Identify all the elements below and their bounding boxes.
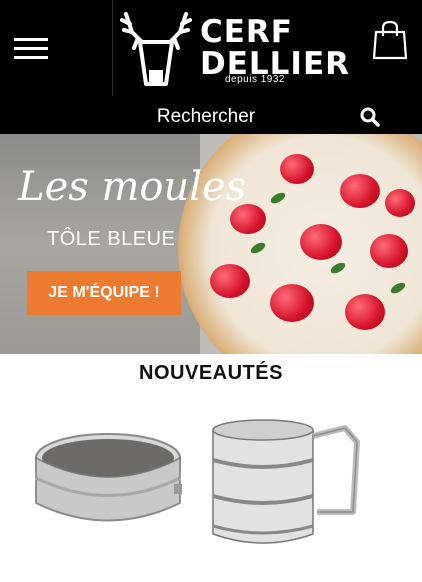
logo-subtitle: depuis 1932 <box>225 74 285 85</box>
header: CERF DELLIER depuis 1932 <box>0 0 422 96</box>
strawberry <box>340 174 380 208</box>
strawberry <box>345 294 385 330</box>
strawberry <box>270 284 314 322</box>
strawberry <box>210 264 250 298</box>
product-tamiseur-farine[interactable] <box>205 416 375 556</box>
shopping-bag-icon[interactable] <box>372 20 408 60</box>
strawberry <box>370 234 408 268</box>
banner-title: Les moules <box>18 164 247 210</box>
strawberry <box>385 189 415 217</box>
product-tamis-inox[interactable] <box>30 418 190 548</box>
stag-antler-glass-icon <box>120 12 192 86</box>
banner-cta-button[interactable]: JE M'ÉQUIPE ! <box>27 271 181 315</box>
strawberry <box>280 154 314 184</box>
promo-banner[interactable]: Les moules TÔLE BLEUE JE M'ÉQUIPE ! <box>0 134 422 354</box>
search-icon[interactable] <box>360 107 380 127</box>
search-bar[interactable]: Rechercher <box>0 96 422 134</box>
search-label[interactable]: Rechercher <box>0 106 412 128</box>
hamburger-menu-icon[interactable] <box>14 38 48 62</box>
strawberry <box>300 224 342 260</box>
banner-subtitle: TÔLE BLEUE <box>47 228 176 250</box>
section-title-new: NOUVEAUTÉS <box>139 362 283 384</box>
logo-line1: CERF <box>200 14 293 50</box>
logo[interactable]: CERF DELLIER depuis 1932 <box>112 4 349 92</box>
